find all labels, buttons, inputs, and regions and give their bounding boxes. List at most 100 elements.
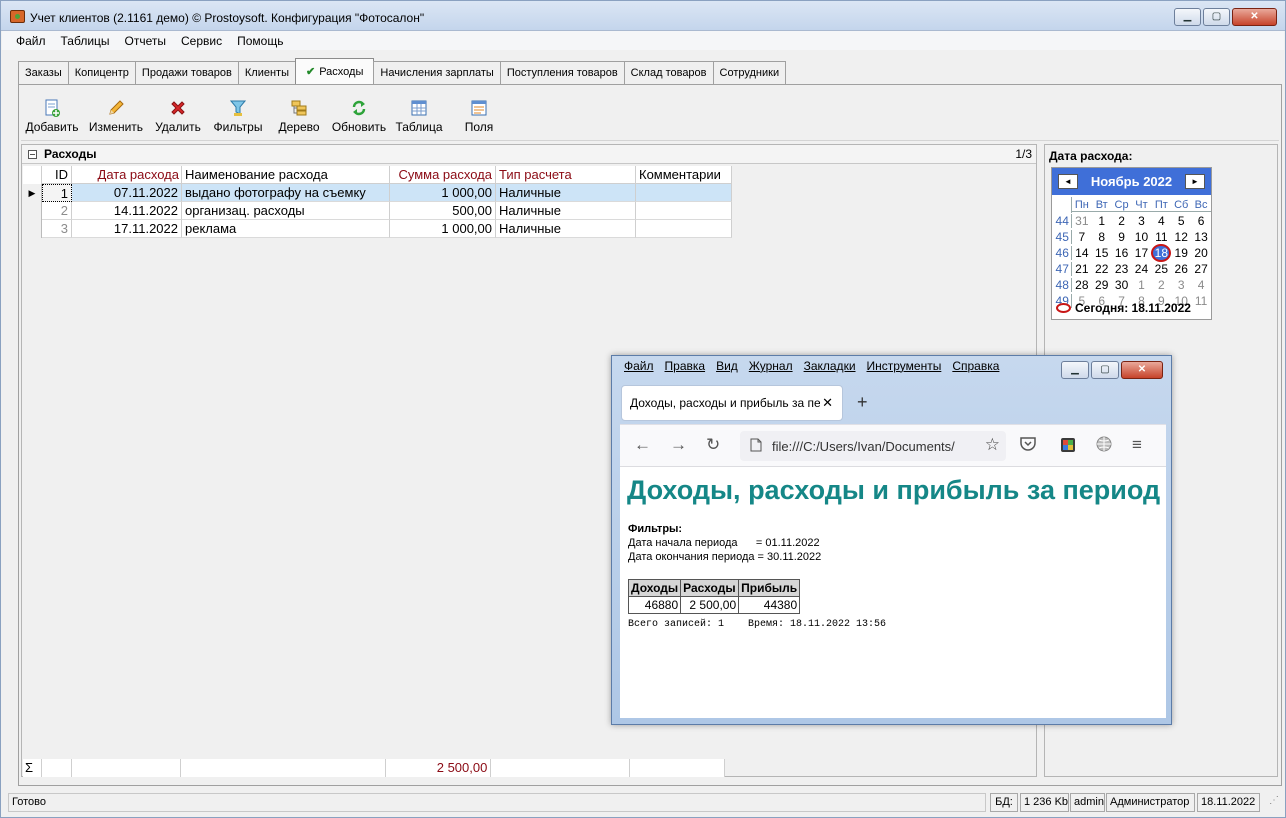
browser-menu-help[interactable]: Справка — [952, 359, 999, 373]
calendar-day[interactable]: 17 — [1132, 246, 1152, 260]
tab-salary[interactable]: Начисления зарплаты — [373, 61, 501, 84]
calendar-day[interactable]: 11 — [1191, 294, 1211, 308]
calendar-day[interactable]: 29 — [1092, 278, 1112, 292]
browser-menu-edit[interactable]: Правка — [665, 359, 706, 373]
forward-arrow-icon[interactable]: → — [670, 435, 687, 455]
cell-date[interactable]: 17.11.2022 — [72, 220, 182, 238]
table-row[interactable]: ▶ 1 07.11.2022 выдано фотографу на съемк… — [23, 184, 732, 202]
calendar-day[interactable]: 1 — [1092, 214, 1112, 228]
calendar-day-today[interactable]: 18 — [1151, 244, 1172, 262]
calendar-day[interactable]: 2 — [1112, 214, 1132, 228]
menu-tables[interactable]: Таблицы — [61, 34, 110, 48]
table-row[interactable]: 3 17.11.2022 реклама 1 000,00 Наличные — [23, 220, 732, 238]
col-date[interactable]: Дата расхода — [72, 166, 182, 184]
app-icon[interactable] — [10, 10, 25, 23]
cell-comment[interactable] — [636, 220, 732, 238]
fields-button[interactable]: Поля — [449, 93, 509, 137]
menu-service[interactable]: Сервис — [181, 34, 222, 48]
calendar-day[interactable]: 11 — [1151, 230, 1171, 244]
filters-button[interactable]: Фильтры — [207, 93, 269, 137]
next-month-button[interactable]: ► — [1185, 174, 1205, 189]
today-link[interactable]: Сегодня: 18.11.2022 — [1056, 301, 1191, 315]
browser-maximize-button[interactable]: ▢ — [1091, 361, 1119, 379]
reload-icon[interactable]: ↻ — [706, 435, 720, 455]
extension-icon[interactable] — [1060, 437, 1076, 458]
tab-sales[interactable]: Продажи товаров — [134, 61, 239, 84]
cell-name[interactable]: выдано фотографу на съемку — [182, 184, 390, 202]
col-type[interactable]: Тип расчета — [496, 166, 636, 184]
pocket-icon[interactable] — [1020, 437, 1036, 454]
cell-sum[interactable]: 1 000,00 — [390, 184, 496, 202]
calendar-day[interactable]: 21 — [1072, 262, 1092, 276]
cell-sum[interactable]: 500,00 — [390, 202, 496, 220]
browser-menu-file[interactable]: Файл — [624, 359, 654, 373]
cell-sum[interactable]: 1 000,00 — [390, 220, 496, 238]
browser-menu-tools[interactable]: Инструменты — [867, 359, 942, 373]
tab-expenses[interactable]: ✔ Расходы — [294, 58, 375, 84]
cell-date[interactable]: 07.11.2022 — [72, 184, 182, 202]
browser-menu-view[interactable]: Вид — [716, 359, 738, 373]
cell-id[interactable]: 2 — [42, 202, 72, 220]
browser-minimize-button[interactable]: ▁ — [1061, 361, 1089, 379]
calendar-day[interactable]: 23 — [1112, 262, 1132, 276]
calendar-day[interactable]: 27 — [1191, 262, 1211, 276]
url-bar[interactable]: file:///C:/Users/Ivan/Documents/ ☆ — [740, 431, 1006, 461]
back-arrow-icon[interactable]: ← — [634, 435, 651, 455]
prev-month-button[interactable]: ◄ — [1058, 174, 1078, 189]
browser-close-button[interactable]: ✕ — [1121, 361, 1163, 379]
calendar-day[interactable]: 26 — [1171, 262, 1191, 276]
calendar-day[interactable]: 14 — [1072, 246, 1092, 260]
tab-receipts[interactable]: Поступления товаров — [499, 61, 625, 84]
cell-id[interactable]: 1 — [42, 184, 72, 202]
calendar-day[interactable]: 20 — [1191, 246, 1211, 260]
browser-menu-history[interactable]: Журнал — [749, 359, 793, 373]
bookmark-star-icon[interactable]: ☆ — [985, 435, 1000, 455]
close-tab-icon[interactable]: ✕ — [822, 395, 833, 411]
menu-file[interactable]: Файл — [16, 34, 46, 48]
calendar-day[interactable]: 8 — [1092, 230, 1112, 244]
refresh-button[interactable]: Обновить — [329, 93, 389, 137]
calendar-day[interactable]: 28 — [1072, 278, 1092, 292]
minimize-button[interactable]: ▁ — [1174, 8, 1201, 26]
menu-reports[interactable]: Отчеты — [125, 34, 166, 48]
tab-copycenter[interactable]: Копицентр — [67, 61, 136, 84]
calendar-day[interactable]: 2 — [1151, 278, 1171, 292]
calendar-day[interactable]: 10 — [1132, 230, 1152, 244]
add-button[interactable]: Добавить — [21, 93, 83, 137]
tab-clients[interactable]: Клиенты — [237, 61, 296, 84]
calendar-day[interactable]: 3 — [1132, 214, 1152, 228]
cell-type[interactable]: Наличные — [496, 202, 636, 220]
calendar-day[interactable]: 6 — [1191, 214, 1211, 228]
cell-type[interactable]: Наличные — [496, 184, 636, 202]
menu-help[interactable]: Помощь — [237, 34, 283, 48]
calendar-day[interactable]: 5 — [1171, 214, 1191, 228]
tab-warehouse[interactable]: Склад товаров — [623, 61, 714, 84]
col-sum[interactable]: Сумма расхода — [390, 166, 496, 184]
new-tab-icon[interactable]: + — [857, 392, 868, 413]
calendar-day[interactable]: 24 — [1132, 262, 1152, 276]
resize-grip-icon[interactable]: ⋰ — [1269, 795, 1281, 809]
calendar-day[interactable]: 4 — [1151, 214, 1171, 228]
cell-name[interactable]: организац. расходы — [182, 202, 390, 220]
hamburger-menu-icon[interactable]: ≡ — [1132, 435, 1142, 455]
delete-button[interactable]: Удалить — [149, 93, 207, 137]
cell-comment[interactable] — [636, 184, 732, 202]
calendar-day[interactable]: 25 — [1151, 262, 1171, 276]
cell-date[interactable]: 14.11.2022 — [72, 202, 182, 220]
calendar-day[interactable]: 12 — [1171, 230, 1191, 244]
calendar-day[interactable]: 9 — [1112, 230, 1132, 244]
cell-type[interactable]: Наличные — [496, 220, 636, 238]
calendar-day[interactable]: 3 — [1171, 278, 1191, 292]
table-button[interactable]: Таблица — [389, 93, 449, 137]
col-name[interactable]: Наименование расхода — [182, 166, 390, 184]
tree-button[interactable]: Дерево — [269, 93, 329, 137]
calendar-day[interactable]: 7 — [1072, 230, 1092, 244]
calendar-day[interactable]: 19 — [1171, 246, 1191, 260]
globe-icon[interactable] — [1096, 436, 1112, 457]
table-row[interactable]: 2 14.11.2022 организац. расходы 500,00 Н… — [23, 202, 732, 220]
close-button[interactable]: ✕ — [1232, 8, 1277, 26]
calendar-day[interactable]: 13 — [1191, 230, 1211, 244]
collapse-icon[interactable] — [28, 150, 37, 159]
calendar-day[interactable]: 1 — [1132, 278, 1152, 292]
maximize-button[interactable]: ▢ — [1203, 8, 1230, 26]
